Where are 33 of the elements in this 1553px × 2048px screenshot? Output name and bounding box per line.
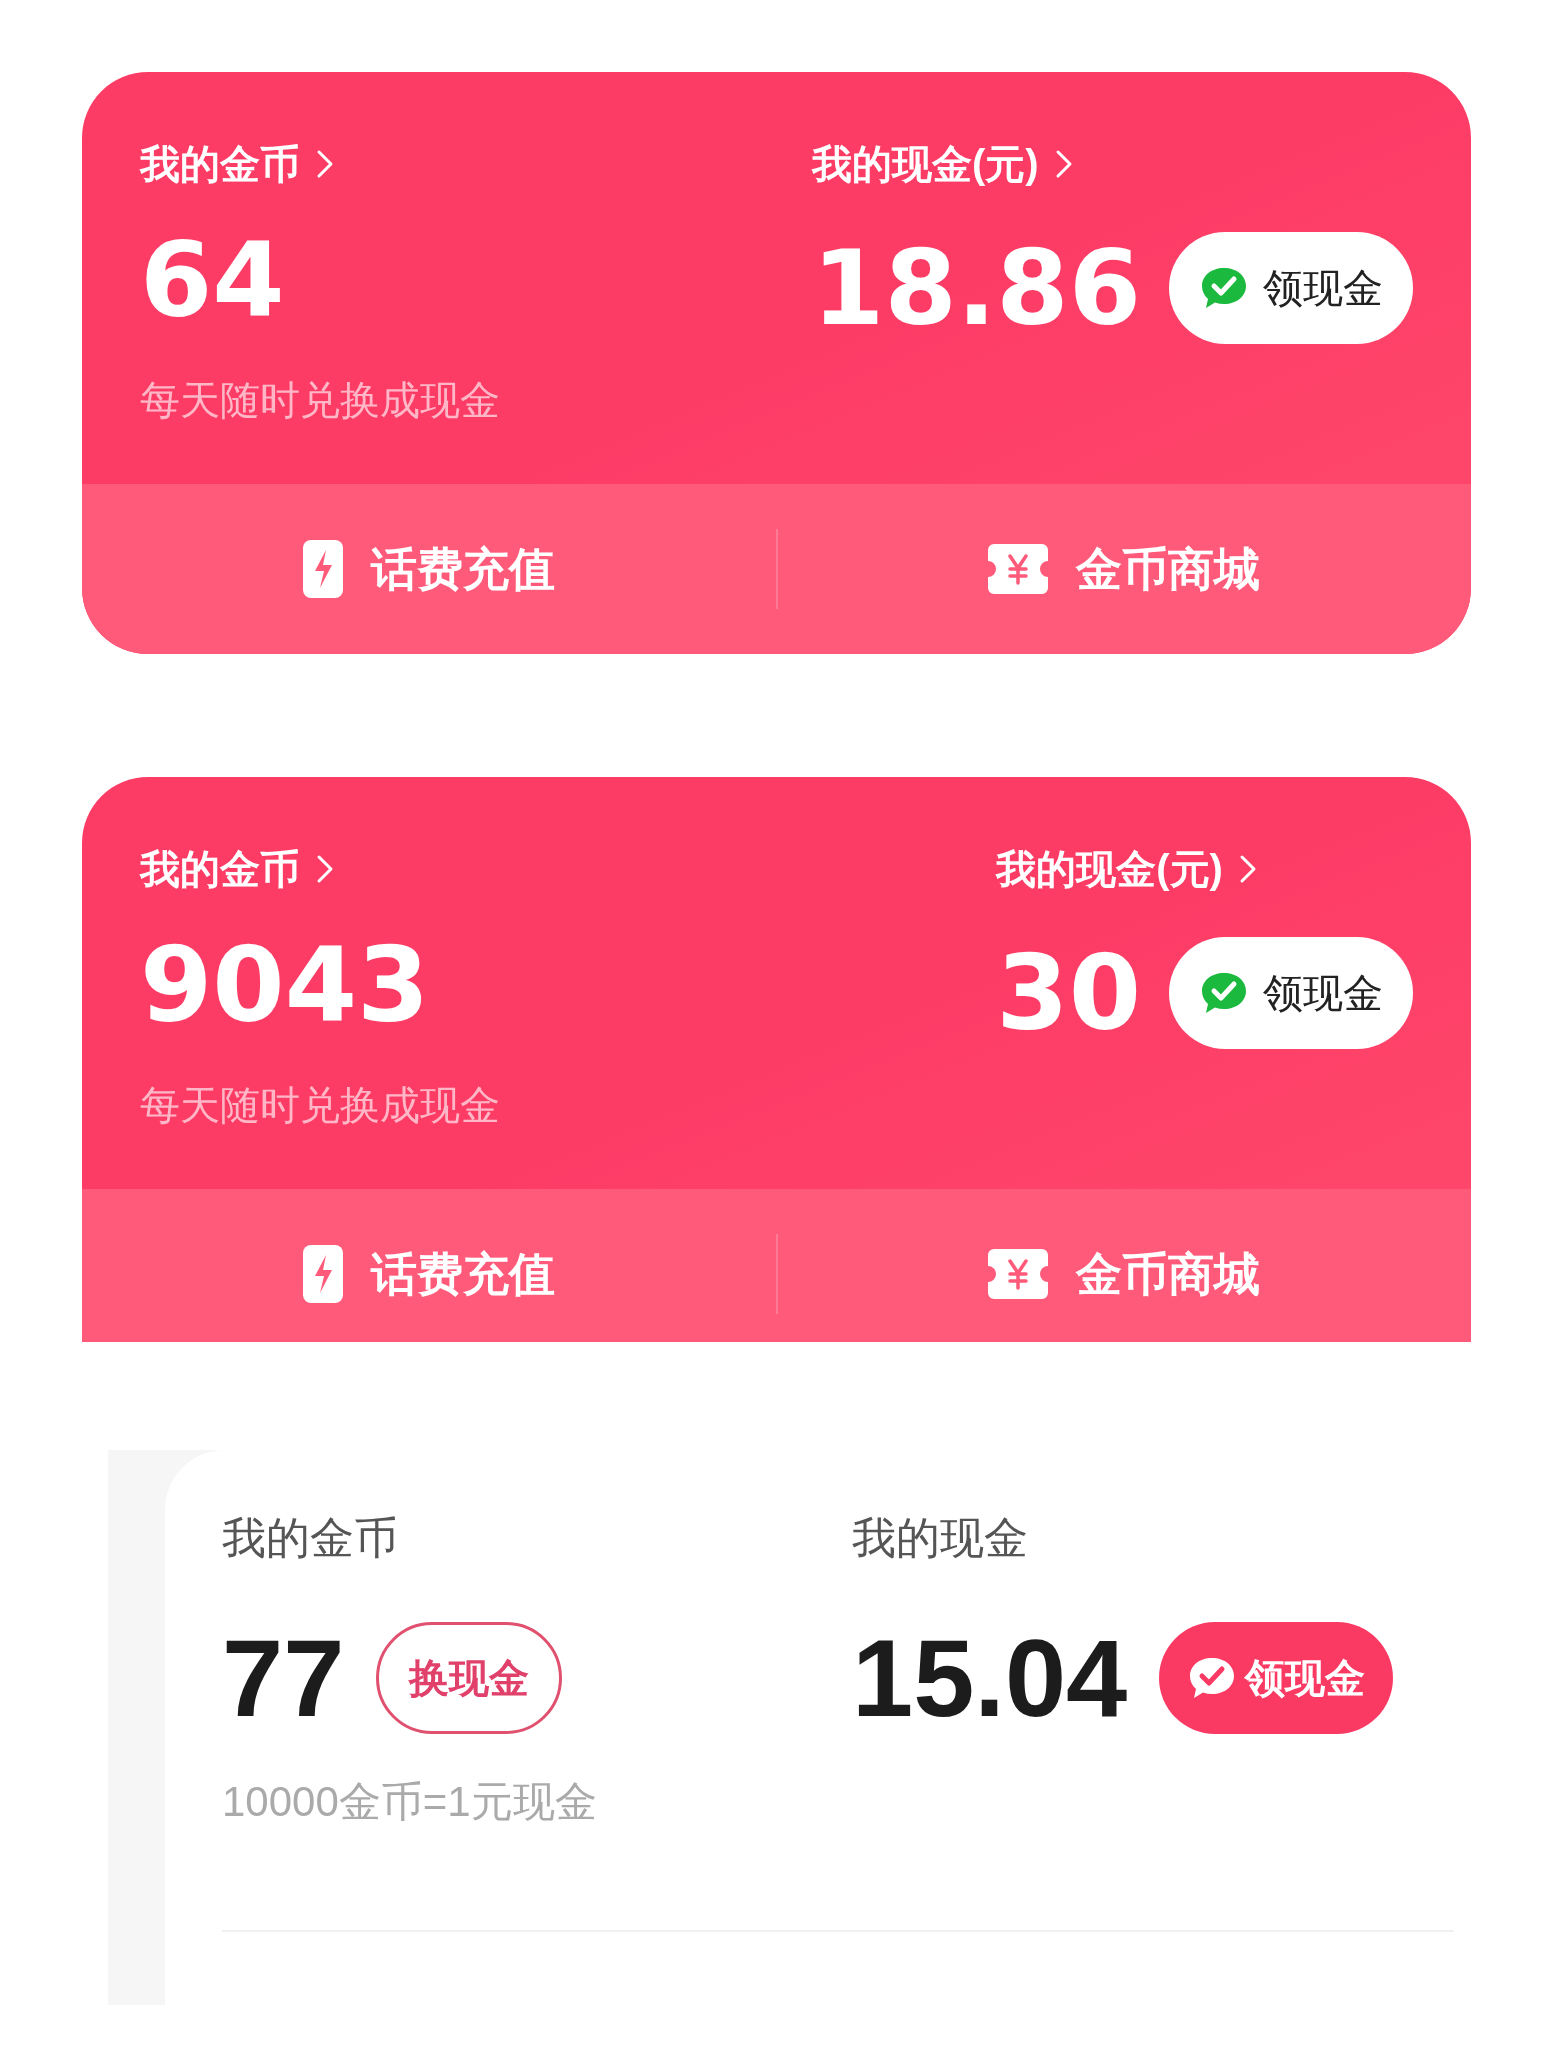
coins-label[interactable]: 我的金币 — [140, 140, 300, 188]
chevron-right-icon — [1238, 853, 1257, 885]
chevron-right-icon — [1054, 148, 1073, 180]
exchange-button[interactable]: 换现金 — [376, 1622, 563, 1734]
coins-value: 9043 — [140, 933, 430, 1037]
exchange-note: 每天随时兑换成现金 — [140, 1082, 500, 1129]
cash-value: 30 — [996, 941, 1141, 1045]
chat-check-icon — [1199, 970, 1249, 1016]
lightning-icon — [302, 540, 343, 598]
ticket-icon — [988, 544, 1049, 594]
cash-value: 15.04 — [852, 1622, 1128, 1734]
cash-label[interactable]: 我的现金(元) — [996, 845, 1223, 893]
action-button[interactable]: 话费充值 — [302, 534, 555, 604]
action-button[interactable]: 金币商城 — [988, 534, 1261, 604]
claim-cash-button[interactable]: 领现金 — [1169, 937, 1413, 1049]
chevron-right-icon — [316, 148, 334, 180]
exchange-note: 每天随时兑换成现金 — [140, 377, 500, 424]
cash-label[interactable]: 我的现金(元) — [812, 140, 1039, 188]
lightning-icon — [302, 1245, 343, 1303]
chat-check-icon — [1199, 265, 1249, 311]
cash-value: 18.86 — [812, 236, 1141, 340]
action-button[interactable]: 话费充值 — [302, 1239, 555, 1309]
exchange-note: 10000金币=1元现金 — [222, 1777, 597, 1827]
chevron-right-icon — [316, 853, 334, 885]
claim-cash-button[interactable]: 领现金 — [1169, 232, 1413, 344]
cash-label: 我的现金 — [852, 1512, 1028, 1564]
coins-value: 77 — [222, 1622, 345, 1734]
coins-value: 64 — [140, 228, 285, 332]
claim-cash-button[interactable]: 领现金 — [1159, 1622, 1394, 1734]
action-button[interactable]: 金币商城 — [988, 1239, 1261, 1309]
coins-label: 我的金币 — [222, 1512, 398, 1564]
ticket-icon — [988, 1249, 1049, 1299]
coins-label[interactable]: 我的金币 — [140, 845, 300, 893]
